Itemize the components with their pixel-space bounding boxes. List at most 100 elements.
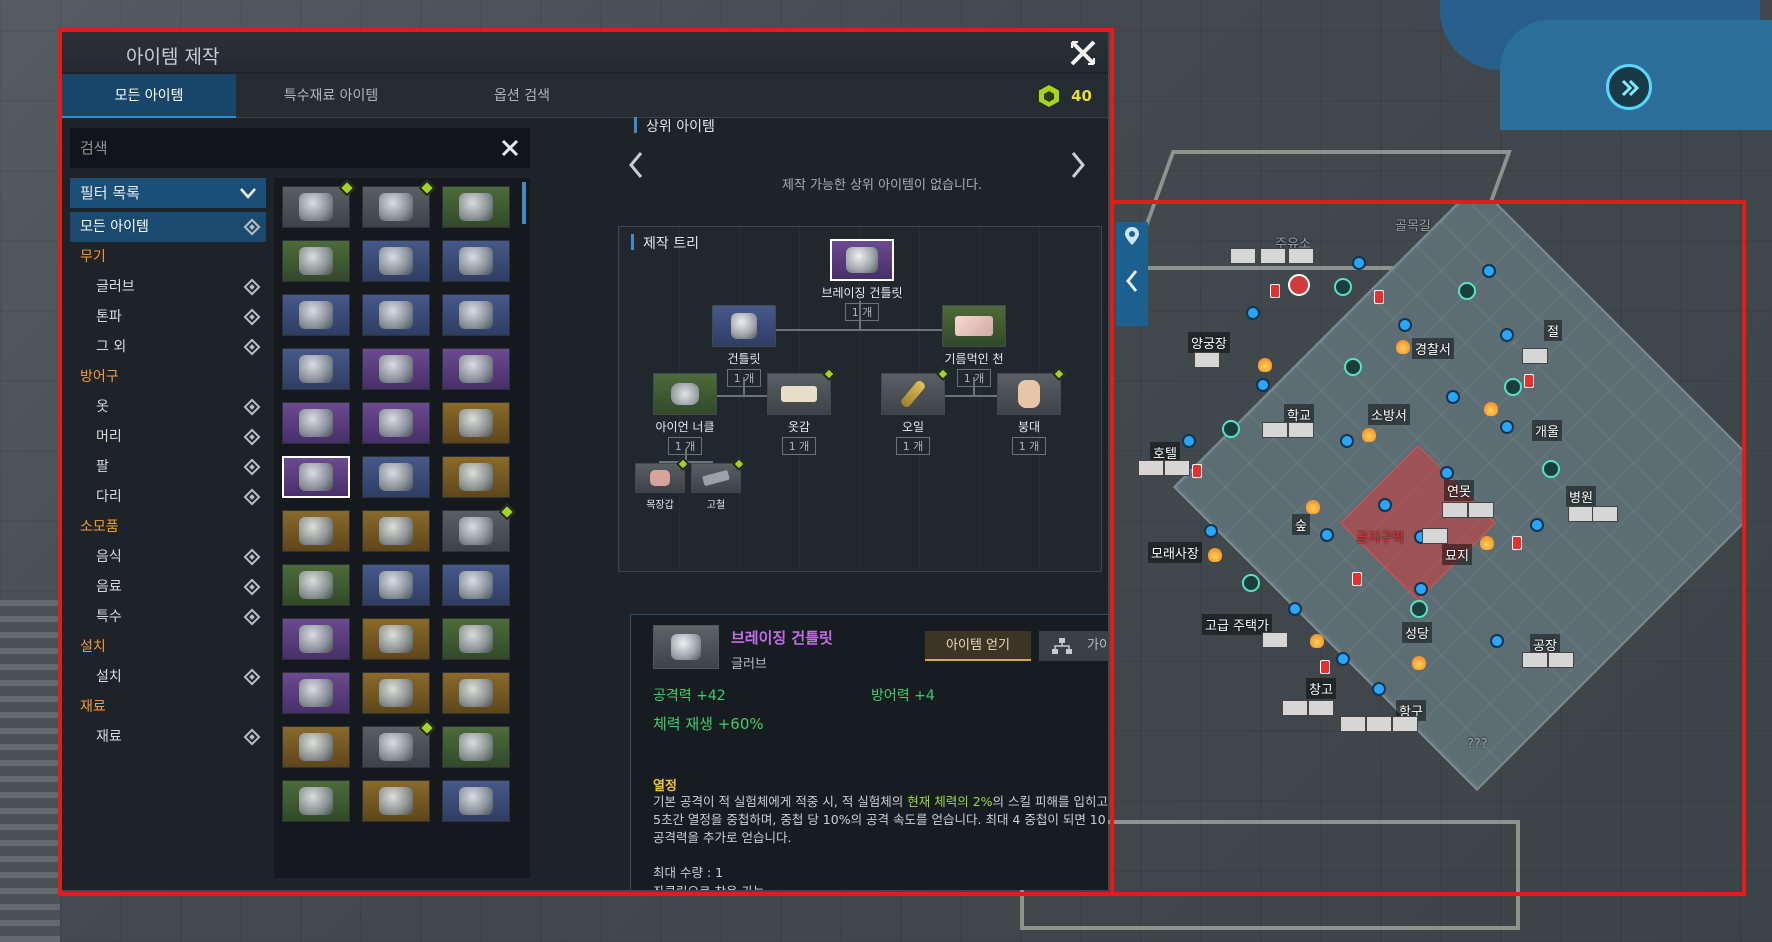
grid-item[interactable]	[442, 240, 510, 282]
grid-item[interactable]	[362, 240, 430, 282]
camera-marker[interactable]	[1500, 328, 1514, 342]
camera-marker[interactable]	[1446, 390, 1460, 404]
filter-item-drink[interactable]: 음료	[70, 572, 266, 602]
filter-item-tonfa[interactable]: 톤파	[70, 302, 266, 332]
map-location-label[interactable]: 모래사장	[1148, 542, 1202, 563]
campfire-marker[interactable]	[1396, 340, 1410, 354]
camera-marker[interactable]	[1182, 434, 1196, 448]
hyperloop-marker[interactable]	[1222, 420, 1240, 438]
supply-box-marker[interactable]	[1374, 290, 1384, 304]
grid-item[interactable]	[282, 348, 350, 390]
grid-item[interactable]	[362, 618, 430, 660]
map-location-label[interactable]: 묘지	[1442, 544, 1472, 565]
knuckle-icon[interactable]	[653, 373, 717, 415]
grid-item[interactable]	[442, 456, 510, 498]
grid-item[interactable]	[442, 780, 510, 822]
grid-item[interactable]	[362, 179, 436, 228]
chevron-left-icon[interactable]	[626, 150, 646, 180]
hyperloop-marker[interactable]	[1242, 574, 1260, 592]
grid-item[interactable]	[282, 510, 350, 552]
map-location-label[interactable]: 연못	[1444, 480, 1474, 501]
filter-item-etc[interactable]: 그 외	[70, 332, 266, 362]
supply-box-marker[interactable]	[1524, 374, 1534, 388]
grid-item[interactable]	[282, 672, 350, 714]
campfire-marker[interactable]	[1480, 536, 1494, 550]
hyperloop-marker[interactable]	[1334, 278, 1352, 296]
grid-item[interactable]	[362, 456, 430, 498]
hyperloop-button[interactable]	[1606, 64, 1652, 110]
grid-item[interactable]	[442, 503, 516, 552]
map-location-label[interactable]: 양궁장	[1188, 332, 1230, 353]
filter-item-food[interactable]: 음식	[70, 542, 266, 572]
cloth-icon[interactable]	[942, 305, 1006, 347]
grid-item[interactable]	[362, 719, 436, 768]
grid-item[interactable]	[442, 348, 510, 390]
grid-item[interactable]	[282, 402, 350, 444]
player-marker[interactable]	[1288, 274, 1310, 296]
supply-box-marker[interactable]	[1320, 660, 1330, 674]
camera-marker[interactable]	[1530, 518, 1544, 532]
campfire-marker[interactable]	[1258, 358, 1272, 372]
camera-marker[interactable]	[1336, 652, 1350, 666]
get-item-button[interactable]: 아이템 얻기	[925, 631, 1031, 661]
camera-marker[interactable]	[1246, 306, 1260, 320]
camera-marker[interactable]	[1414, 582, 1428, 596]
supply-box-marker[interactable]	[1352, 572, 1362, 586]
glove-icon[interactable]	[635, 456, 691, 493]
map-location-label[interactable]: 경찰서	[1412, 338, 1454, 359]
grid-item[interactable]	[282, 726, 350, 768]
camera-marker[interactable]	[1482, 264, 1496, 278]
map-location-label[interactable]: 창고	[1306, 678, 1336, 699]
grid-item[interactable]	[442, 402, 510, 444]
map-location-label[interactable]: ???	[1464, 736, 1491, 753]
filter-list-header[interactable]: 필터 목록	[70, 178, 266, 208]
camera-marker[interactable]	[1490, 634, 1504, 648]
grid-item[interactable]	[362, 672, 430, 714]
filter-item-special[interactable]: 특수	[70, 602, 266, 632]
hyperloop-marker[interactable]	[1504, 378, 1522, 396]
tab-special-materials[interactable]: 특수재료 아이템	[236, 74, 426, 118]
camera-marker[interactable]	[1398, 318, 1412, 332]
campfire-marker[interactable]	[1362, 428, 1376, 442]
filter-item-glove[interactable]: 글러브	[70, 272, 266, 302]
filter-item-arm[interactable]: 팔	[70, 452, 266, 482]
camera-marker[interactable]	[1340, 434, 1354, 448]
search-input[interactable]	[80, 136, 480, 160]
chevron-right-icon[interactable]	[1068, 150, 1088, 180]
map-location-label[interactable]: 절	[1544, 320, 1562, 341]
camera-marker[interactable]	[1500, 420, 1514, 434]
grid-item[interactable]	[362, 780, 430, 822]
close-icon[interactable]	[1068, 38, 1098, 68]
grid-item[interactable]	[362, 510, 430, 552]
grid-item[interactable]	[282, 456, 350, 498]
camera-marker[interactable]	[1378, 498, 1392, 512]
camera-marker[interactable]	[1372, 682, 1386, 696]
grid-item[interactable]	[442, 618, 510, 660]
oil-bottle-icon[interactable]	[881, 366, 951, 415]
grid-item[interactable]	[362, 348, 430, 390]
grid-item[interactable]	[282, 618, 350, 660]
tab-all-items[interactable]: 모든 아이템	[62, 74, 236, 118]
grid-item[interactable]	[442, 294, 510, 336]
hyperloop-marker[interactable]	[1542, 460, 1560, 478]
campfire-marker[interactable]	[1306, 500, 1320, 514]
supply-box-marker[interactable]	[1192, 464, 1202, 478]
map-location-label[interactable]: 골목길	[1392, 214, 1434, 235]
filter-item-material[interactable]: 재료	[70, 722, 266, 752]
grid-item[interactable]	[362, 402, 430, 444]
grid-item[interactable]	[282, 240, 350, 282]
map-location-label[interactable]: 숲	[1292, 514, 1310, 535]
filter-item-install[interactable]: 설치	[70, 662, 266, 692]
gauntlet-icon[interactable]	[830, 239, 894, 281]
grid-item[interactable]	[442, 186, 510, 228]
bandage-icon[interactable]	[997, 366, 1067, 415]
filter-item-head[interactable]: 머리	[70, 422, 266, 452]
supply-box-marker[interactable]	[1512, 536, 1522, 550]
campfire-marker[interactable]	[1310, 634, 1324, 648]
camera-marker[interactable]	[1256, 378, 1270, 392]
fabric-icon[interactable]	[767, 366, 837, 415]
camera-marker[interactable]	[1320, 528, 1334, 542]
grid-item[interactable]	[282, 780, 350, 822]
campfire-marker[interactable]	[1208, 548, 1222, 562]
grid-item[interactable]	[442, 564, 510, 606]
